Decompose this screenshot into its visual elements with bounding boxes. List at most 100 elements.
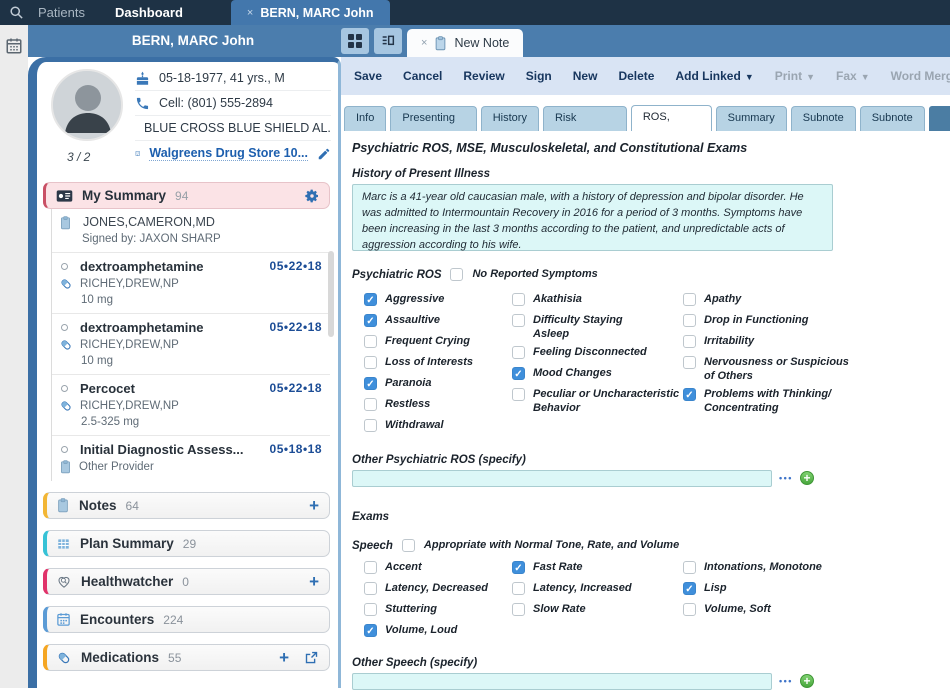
review-button[interactable]: Review: [463, 69, 504, 83]
ros-option[interactable]: Peculiar or Uncharacteristic Behavior: [512, 388, 683, 416]
patient-photo[interactable]: [51, 69, 123, 141]
print-button[interactable]: Print▼: [775, 69, 815, 83]
external-link-icon[interactable]: [304, 650, 319, 665]
save-button[interactable]: Save: [354, 69, 382, 83]
checkbox[interactable]: [364, 582, 377, 595]
checkbox[interactable]: [683, 293, 696, 306]
other-ros-input[interactable]: [352, 470, 772, 487]
sidebar-section-encounters[interactable]: Encounters 224 +: [43, 606, 330, 633]
checkbox[interactable]: [683, 356, 696, 369]
ros-option[interactable]: Withdrawal: [364, 419, 512, 436]
speech-option[interactable]: Fast Rate: [512, 561, 683, 578]
checkbox[interactable]: [512, 561, 525, 574]
new-button[interactable]: New: [573, 69, 598, 83]
other-speech-input[interactable]: [352, 673, 772, 690]
checkbox[interactable]: [364, 561, 377, 574]
add-linked-button[interactable]: Add Linked▼: [675, 69, 753, 83]
sidebar-section-notes[interactable]: Notes 64 +: [43, 492, 330, 519]
calendar-icon[interactable]: [5, 37, 23, 55]
speech-option[interactable]: Slow Rate: [512, 603, 683, 620]
ros-option[interactable]: Aggressive: [364, 293, 512, 310]
cancel-button[interactable]: Cancel: [403, 69, 442, 83]
close-icon[interactable]: ×: [421, 37, 427, 49]
checkbox[interactable]: [683, 335, 696, 348]
ros-option[interactable]: Feeling Disconnected: [512, 346, 683, 363]
checkbox[interactable]: [364, 419, 377, 432]
add-button[interactable]: +: [309, 573, 319, 590]
speech-option[interactable]: Volume, Loud: [364, 624, 512, 641]
sidebar-section-healthwatcher[interactable]: Healthwatcher 0 +: [43, 568, 330, 595]
tab-history[interactable]: History: [481, 106, 539, 131]
checkbox[interactable]: [683, 603, 696, 616]
summary-item-medication[interactable]: dextroamphetamine 05•22•18 RICHEY,DREW,N…: [52, 253, 330, 314]
summary-item-document[interactable]: Initial Diagnostic Assess... 05•18•18 Ot…: [52, 436, 330, 481]
ros-option[interactable]: Irritability: [683, 335, 945, 352]
fax-button[interactable]: Fax▼: [836, 69, 870, 83]
checkbox[interactable]: [683, 561, 696, 574]
nav-patients[interactable]: Patients: [38, 5, 85, 20]
sidebar-section-medications[interactable]: Medications 55 +: [43, 644, 330, 671]
checkbox[interactable]: [364, 335, 377, 348]
more-options-icon[interactable]: •••: [779, 473, 793, 483]
checkbox-speech-appropriate[interactable]: [402, 539, 415, 552]
add-button[interactable]: +: [309, 497, 319, 514]
ros-option[interactable]: Akathisia: [512, 293, 683, 310]
delete-button[interactable]: Delete: [618, 69, 654, 83]
tab-info[interactable]: Info: [344, 106, 386, 131]
tab-presenting-problem[interactable]: Presenting Problem: [390, 106, 476, 131]
speech-option[interactable]: Latency, Decreased: [364, 582, 512, 599]
tab-subnote-1[interactable]: Subnote: [791, 106, 856, 131]
nav-dashboard[interactable]: Dashboard: [115, 5, 183, 20]
pharmacy-row[interactable]: Walgreens Drug Store 10...: [135, 141, 331, 166]
checkbox[interactable]: [364, 603, 377, 616]
checkbox[interactable]: [512, 346, 525, 359]
checkbox[interactable]: [364, 398, 377, 411]
tab-strip-overflow[interactable]: [929, 106, 950, 131]
tab-ros-mse-exam[interactable]: ROS, MSE, Exam: [631, 105, 712, 131]
tab-summary[interactable]: Summary: [716, 106, 787, 131]
word-merge-button[interactable]: Word Merge▼: [891, 69, 950, 83]
patient-tab[interactable]: × BERN, MARC John: [231, 0, 390, 25]
checkbox[interactable]: [364, 624, 377, 637]
hpi-textarea[interactable]: Marc is a 41-year old caucasian male, wi…: [352, 184, 833, 251]
sidebar-section-plan-summary[interactable]: Plan Summary 29 +: [43, 530, 330, 557]
add-button[interactable]: +: [279, 649, 289, 666]
ros-option[interactable]: Paranoia: [364, 377, 512, 394]
checkbox[interactable]: [512, 388, 525, 401]
ros-option[interactable]: Restless: [364, 398, 512, 415]
checkbox[interactable]: [364, 356, 377, 369]
summary-item-medication[interactable]: dextroamphetamine 05•22•18 RICHEY,DREW,N…: [52, 314, 330, 375]
grid-view-button[interactable]: [341, 28, 369, 54]
search-icon[interactable]: [9, 5, 24, 20]
checkbox[interactable]: [512, 603, 525, 616]
speech-option[interactable]: Stuttering: [364, 603, 512, 620]
checkbox-no-reported-symptoms[interactable]: [450, 268, 463, 281]
list-view-button[interactable]: [374, 28, 402, 54]
speech-option[interactable]: Latency, Increased: [512, 582, 683, 599]
checkbox[interactable]: [683, 582, 696, 595]
scrollbar-thumb[interactable]: [328, 251, 334, 337]
ros-option[interactable]: Nervousness or Suspicious of Others: [683, 356, 945, 384]
checkbox[interactable]: [512, 582, 525, 595]
checkbox[interactable]: [512, 314, 525, 327]
my-summary-header[interactable]: My Summary 94: [43, 182, 330, 209]
speech-option[interactable]: Lisp: [683, 582, 945, 599]
ros-option[interactable]: Drop in Functioning: [683, 314, 945, 331]
ros-option[interactable]: Apathy: [683, 293, 945, 310]
ros-option[interactable]: Loss of Interests: [364, 356, 512, 373]
checkbox[interactable]: [364, 293, 377, 306]
summary-item-note[interactable]: JONES,CAMERON,MD Signed by: JAXON SHARP: [52, 209, 330, 253]
checkbox[interactable]: [512, 367, 525, 380]
checkbox[interactable]: [683, 388, 696, 401]
speech-option[interactable]: Volume, Soft: [683, 603, 945, 620]
ros-option[interactable]: Assaultive: [364, 314, 512, 331]
summary-item-medication[interactable]: Percocet 05•22•18 RICHEY,DREW,NP 2.5-325…: [52, 375, 330, 436]
checkbox[interactable]: [364, 314, 377, 327]
tab-risk-assessment[interactable]: Risk Assessment: [543, 106, 627, 131]
edit-pencil-icon[interactable]: [317, 147, 331, 161]
ros-option[interactable]: Mood Changes: [512, 367, 683, 384]
tab-subnote-2[interactable]: Subnote: [860, 106, 925, 131]
add-green-button[interactable]: +: [800, 674, 814, 688]
gear-icon[interactable]: [304, 188, 320, 204]
add-green-button[interactable]: +: [800, 471, 814, 485]
